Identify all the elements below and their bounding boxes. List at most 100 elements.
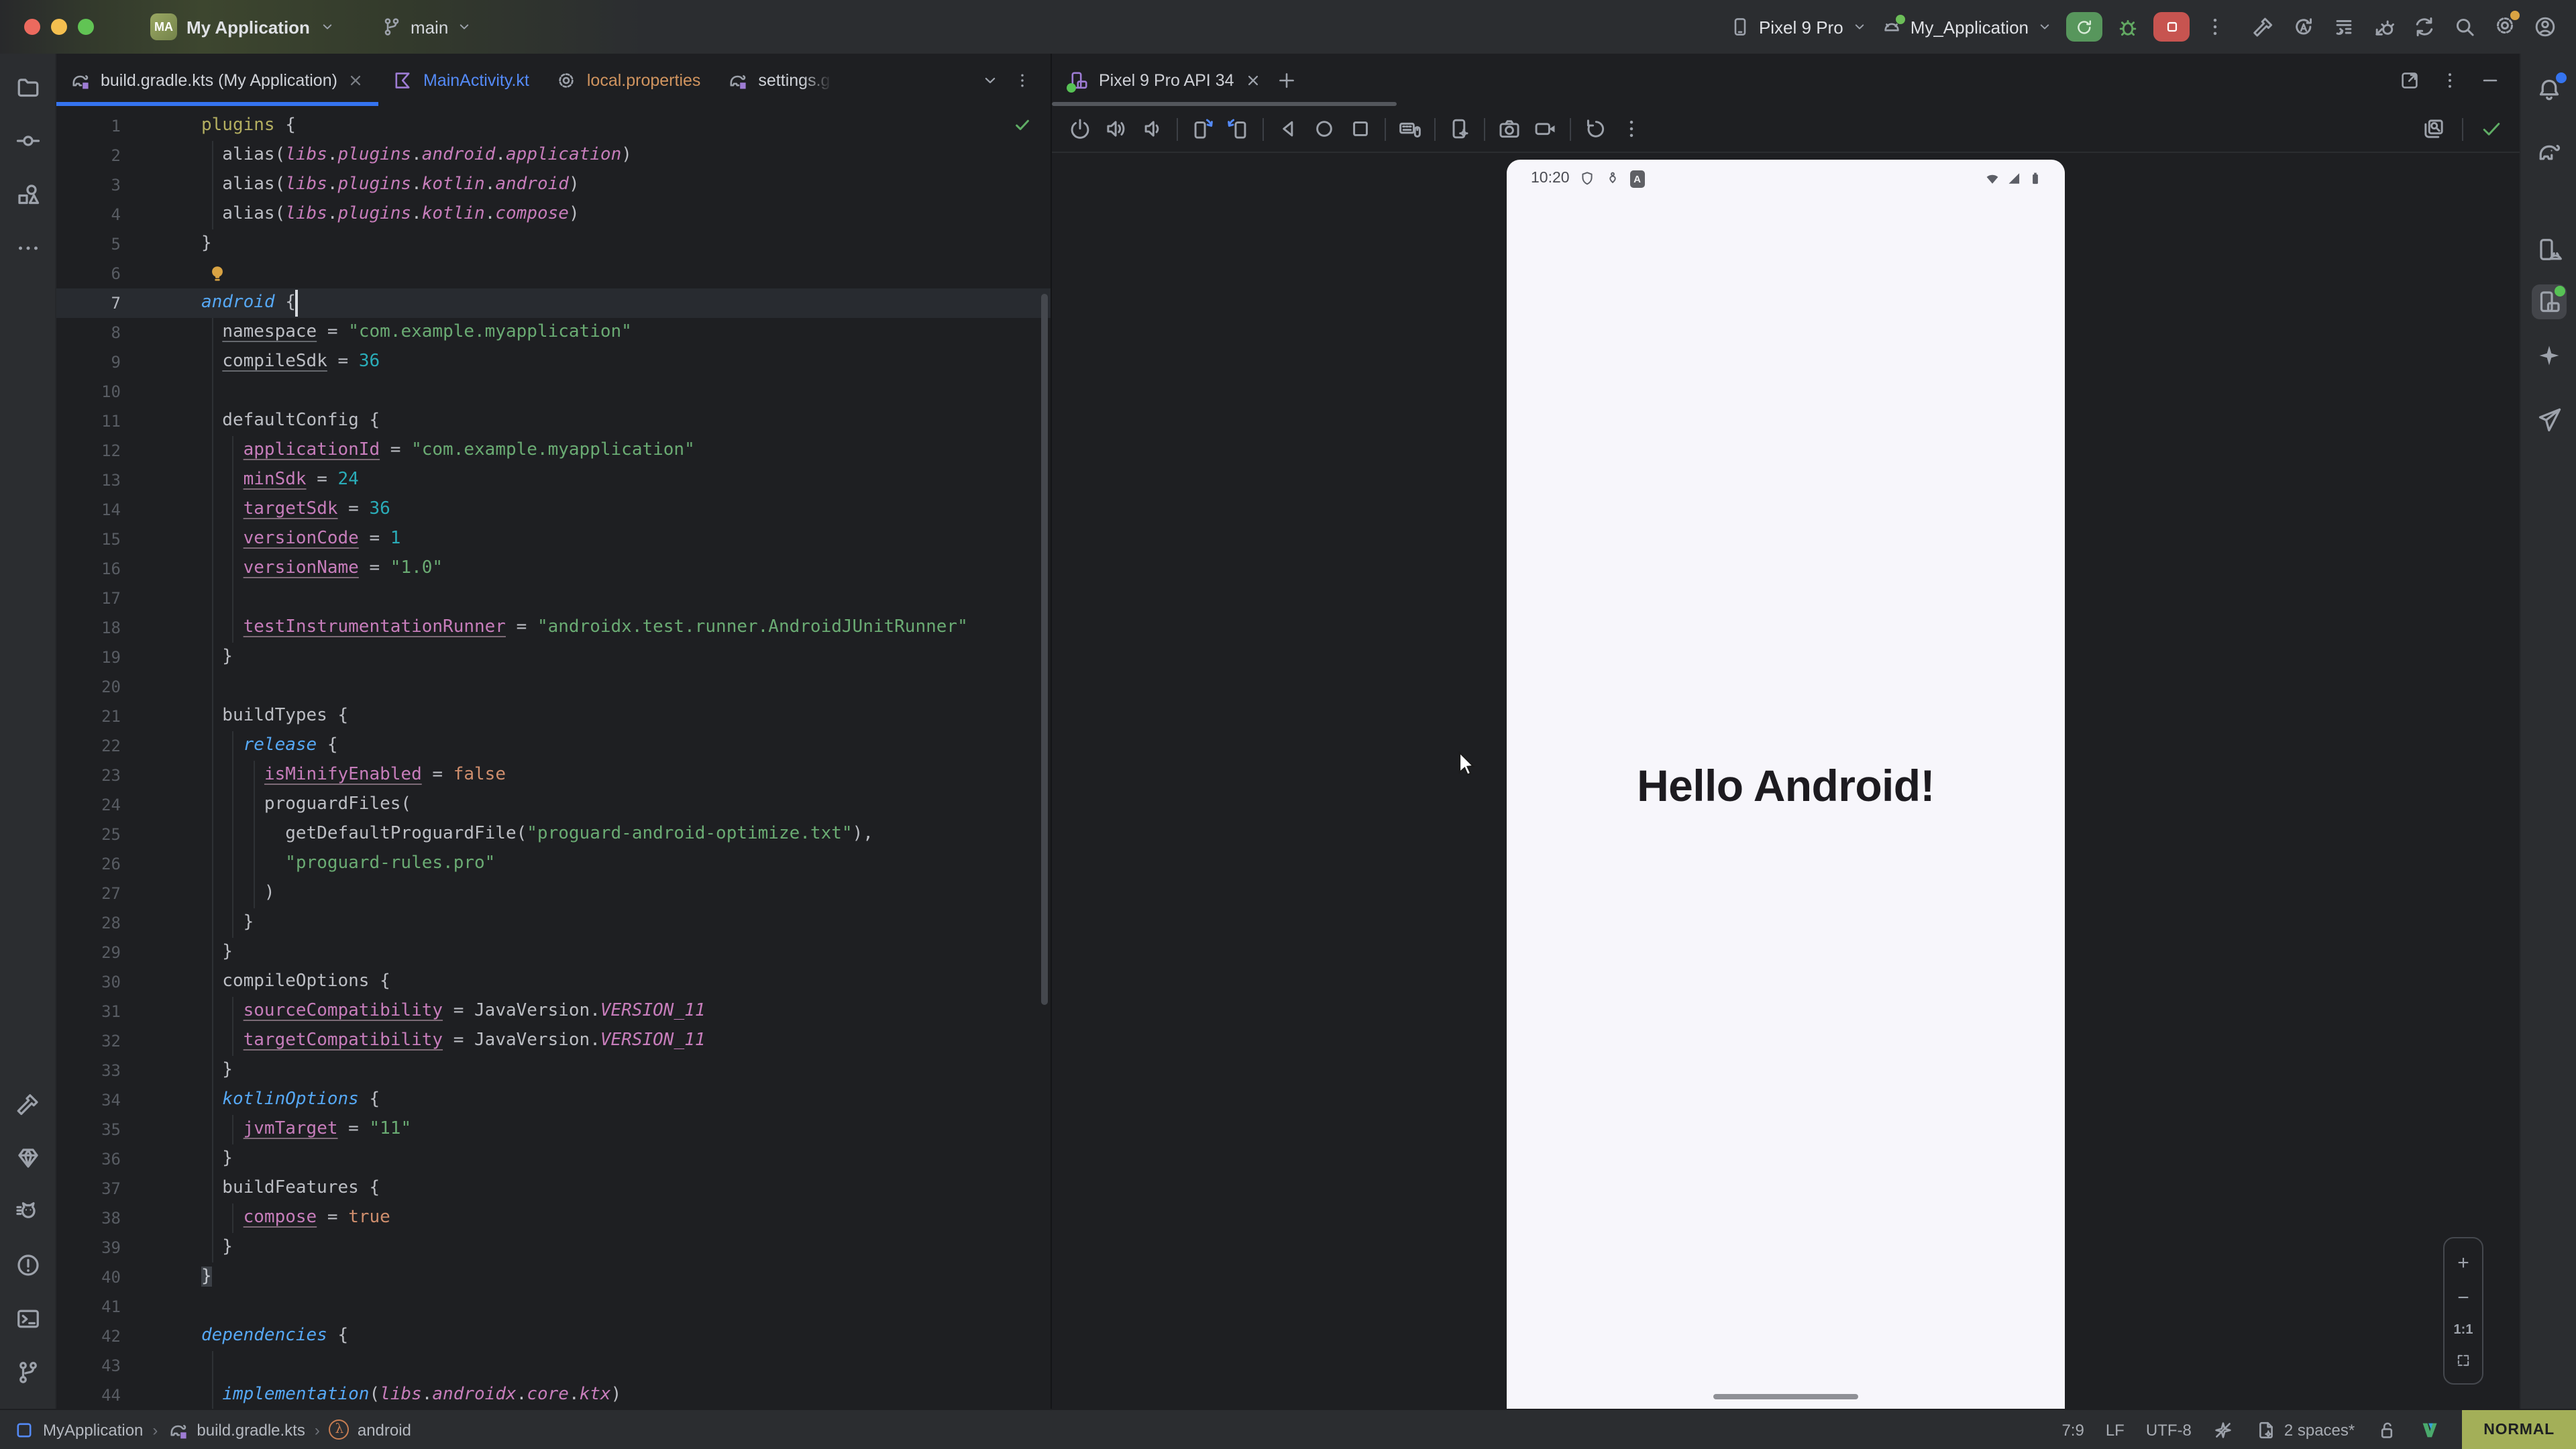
code-line[interactable]: 22 release { <box>56 731 1051 761</box>
code-line[interactable]: 19 } <box>56 643 1051 672</box>
tool-window-button-terminal[interactable] <box>10 1301 45 1336</box>
code-line[interactable]: 21 buildTypes { <box>56 702 1051 731</box>
code-line[interactable]: 9 compileSdk = 36 <box>56 347 1051 377</box>
project-widget[interactable]: MA My Application <box>150 13 335 40</box>
apply-restart-icon[interactable] <box>2292 15 2316 39</box>
kebab-icon[interactable] <box>1619 117 1644 141</box>
rotate-left-icon[interactable] <box>1190 117 1214 141</box>
vcs-branch-widget[interactable]: main <box>381 16 472 38</box>
tool-window-button-running-devices[interactable] <box>2531 284 2566 319</box>
code-line[interactable]: 37 buildFeatures { <box>56 1174 1051 1203</box>
code-line[interactable]: 20 <box>56 672 1051 702</box>
code-line[interactable]: 26 "proguard-rules.pro" <box>56 849 1051 879</box>
tool-window-button-bell[interactable] <box>2531 72 2566 107</box>
more-actions-kebab[interactable] <box>2203 15 2227 39</box>
panel-horizontal-scrollbar[interactable] <box>1052 101 1397 106</box>
code-line[interactable]: 3 alias(libs.plugins.kotlin.android) <box>56 170 1051 200</box>
close-tab-icon[interactable] <box>347 70 366 89</box>
tool-window-button-sparkle[interactable] <box>2531 338 2566 373</box>
breadcrumb-item[interactable]: λandroid <box>329 1419 411 1440</box>
kebab-icon[interactable] <box>1013 70 1032 89</box>
tool-window-button-device-manager[interactable] <box>2531 232 2566 267</box>
tool-window-button-hammer[interactable] <box>10 1087 45 1122</box>
editor-tab-1[interactable]: build.gradle.kts (My Application) <box>56 54 379 106</box>
editor-scrollbar[interactable] <box>1041 294 1048 1005</box>
debug-button[interactable] <box>2116 15 2140 39</box>
encoding-widget[interactable]: UTF-8 <box>2146 1420 2192 1439</box>
code-line[interactable]: 5} <box>56 229 1051 259</box>
line-ending-widget[interactable]: LF <box>2106 1420 2125 1439</box>
indent-widget[interactable]: 2 spaces* <box>2256 1419 2355 1440</box>
code-line[interactable]: 25 getDefaultProguardFile("proguard-andr… <box>56 820 1051 849</box>
volume-up-icon[interactable] <box>1104 117 1128 141</box>
breadcrumb-item[interactable]: MyApplication <box>13 1419 143 1440</box>
zoom-ratio-button[interactable]: 1:1 <box>2454 1323 2473 1338</box>
zoom-window-button[interactable] <box>78 19 94 35</box>
camera-icon[interactable] <box>1497 117 1521 141</box>
intention-bulb-icon[interactable] <box>207 263 228 284</box>
code-line[interactable]: 14 targetSdk = 36 <box>56 495 1051 525</box>
code-line[interactable]: 7android { <box>56 288 1051 318</box>
ideavim-icon[interactable] <box>2419 1419 2440 1440</box>
code-line[interactable]: 33 } <box>56 1056 1051 1085</box>
code-line[interactable]: 39 } <box>56 1233 1051 1263</box>
volume-down-icon[interactable] <box>1140 117 1165 141</box>
emulator-screen[interactable]: 10:20 A Hello Android! <box>1507 160 2065 1409</box>
code-line[interactable]: 4 alias(libs.plugins.kotlin.compose) <box>56 200 1051 229</box>
hammer-icon[interactable] <box>2251 15 2275 39</box>
code-line[interactable]: 23 isMinifyEnabled = false <box>56 761 1051 790</box>
tool-window-button-alert-circle[interactable] <box>10 1248 45 1283</box>
external-link-icon[interactable] <box>2399 69 2420 91</box>
code-line[interactable]: 44 implementation(libs.androidx.core.ktx… <box>56 1381 1051 1409</box>
back-icon[interactable] <box>1276 117 1300 141</box>
ai-assist-disabled-icon[interactable] <box>2213 1419 2235 1440</box>
tool-window-button-plane[interactable] <box>2531 402 2566 437</box>
unlock-icon[interactable] <box>2376 1419 2398 1440</box>
code-line[interactable]: 11 defaultConfig { <box>56 407 1051 436</box>
code-line[interactable]: 6 <box>56 259 1051 288</box>
breadcrumb-item[interactable]: build.gradle.kts <box>167 1419 305 1440</box>
editor-tab-2[interactable]: MainActivity.kt <box>379 54 543 106</box>
code-line[interactable]: 34 kotlinOptions { <box>56 1085 1051 1115</box>
rerun-button[interactable] <box>2066 12 2102 42</box>
zoom-out-button[interactable]: − <box>2457 1288 2469 1308</box>
editor-tab-4[interactable]: settings.g <box>714 54 837 106</box>
search-icon[interactable] <box>2453 15 2477 39</box>
tool-window-button-cat[interactable] <box>10 1194 45 1229</box>
code-line[interactable]: 27 ) <box>56 879 1051 908</box>
home-icon[interactable] <box>1312 117 1336 141</box>
code-line[interactable]: 2 alias(libs.plugins.android.application… <box>56 141 1051 170</box>
code-line[interactable]: 40} <box>56 1263 1051 1292</box>
code-line[interactable]: 29 } <box>56 938 1051 967</box>
code-line[interactable]: 17 <box>56 584 1051 613</box>
restart-icon[interactable] <box>1583 117 1607 141</box>
code-line[interactable]: 12 applicationId = "com.example.myapplic… <box>56 436 1051 466</box>
code-line[interactable]: 43 <box>56 1351 1051 1381</box>
editor-tab-3[interactable]: local.properties <box>543 54 714 106</box>
kebab-icon[interactable] <box>2439 69 2461 91</box>
code-line[interactable]: 32 targetCompatibility = JavaVersion.VER… <box>56 1026 1051 1056</box>
device-settings-icon[interactable] <box>1448 117 1472 141</box>
code-line[interactable]: 28 } <box>56 908 1051 938</box>
tool-window-button-gem[interactable] <box>10 1140 45 1175</box>
gesture-navigation-handle[interactable] <box>1713 1393 1858 1399</box>
close-window-button[interactable] <box>24 19 40 35</box>
close-icon[interactable] <box>1244 70 1263 89</box>
ui-check-icon[interactable] <box>2422 117 2446 141</box>
apply-code-icon[interactable] <box>2332 15 2356 39</box>
code-line[interactable]: 18 testInstrumentationRunner = "androidx… <box>56 613 1051 643</box>
inspection-ok-icon[interactable] <box>1013 115 1032 134</box>
screen-record-icon[interactable] <box>1534 117 1558 141</box>
code-line[interactable]: 42dependencies { <box>56 1322 1051 1351</box>
zoom-in-button[interactable]: + <box>2457 1253 2469 1273</box>
device-selector[interactable]: Pixel 9 Pro <box>1729 16 1868 38</box>
tool-window-button-folder[interactable] <box>10 70 45 105</box>
tool-window-button-ellipsis[interactable] <box>10 231 45 266</box>
code-line[interactable]: 13 minSdk = 24 <box>56 466 1051 495</box>
profile-icon[interactable] <box>2533 15 2557 39</box>
add-device-tab-button[interactable] <box>1276 69 1297 91</box>
run-configuration-selector[interactable]: My_Application <box>1881 16 2053 38</box>
sync-icon[interactable] <box>2412 15 2436 39</box>
tool-window-button-shapes[interactable] <box>10 177 45 212</box>
code-line[interactable]: 30 compileOptions { <box>56 967 1051 997</box>
